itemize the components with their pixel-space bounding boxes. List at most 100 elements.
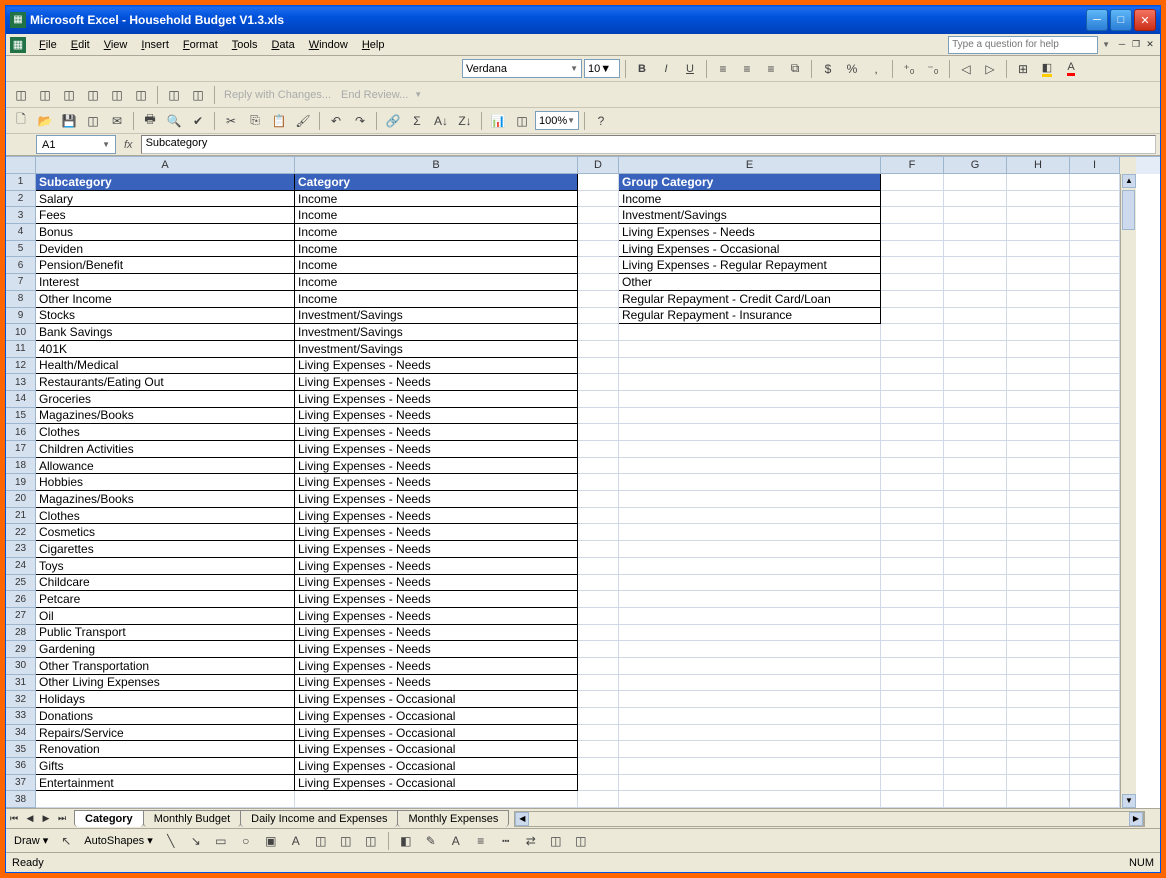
cell-B2[interactable]: Income: [295, 191, 578, 208]
cell-I1[interactable]: [1070, 174, 1120, 191]
cell-F9[interactable]: [881, 308, 944, 325]
picture-button[interactable]: ◫: [360, 830, 382, 852]
email-button[interactable]: ✉: [106, 110, 128, 132]
menu-window[interactable]: Window: [302, 37, 355, 53]
new-button[interactable]: 🗋: [10, 110, 32, 132]
cell-A19[interactable]: Hobbies: [36, 474, 295, 491]
formula-input[interactable]: Subcategory: [141, 135, 1156, 154]
cell-I20[interactable]: [1070, 491, 1120, 508]
row-header[interactable]: 25: [6, 575, 36, 592]
row-header[interactable]: 2: [6, 191, 36, 208]
prev-comment-button[interactable]: ◫: [34, 84, 56, 106]
cell-D1[interactable]: [578, 174, 619, 191]
textbox-button[interactable]: ▣: [260, 830, 282, 852]
cell-G38[interactable]: [944, 791, 1007, 808]
row-header[interactable]: 18: [6, 458, 36, 475]
title-bar[interactable]: ▦ Microsoft Excel - Household Budget V1.…: [6, 6, 1160, 34]
cell-F19[interactable]: [881, 474, 944, 491]
doc-minimize-button[interactable]: ─: [1116, 39, 1128, 51]
cell-A29[interactable]: Gardening: [36, 641, 295, 658]
cell-I2[interactable]: [1070, 191, 1120, 208]
font-color-draw-button[interactable]: A: [445, 830, 467, 852]
select-all-corner[interactable]: [6, 157, 36, 174]
cell-I5[interactable]: [1070, 241, 1120, 258]
cell-H10[interactable]: [1007, 324, 1070, 341]
sheet-tab-monthly-budget[interactable]: Monthly Budget: [143, 810, 241, 827]
cell-G7[interactable]: [944, 274, 1007, 291]
cell-G37[interactable]: [944, 775, 1007, 792]
cell-F28[interactable]: [881, 625, 944, 642]
cell-H29[interactable]: [1007, 641, 1070, 658]
cell-D21[interactable]: [578, 508, 619, 525]
cell-H16[interactable]: [1007, 424, 1070, 441]
cell-A22[interactable]: Cosmetics: [36, 524, 295, 541]
cell-D9[interactable]: [578, 308, 619, 325]
maximize-button[interactable]: □: [1110, 9, 1132, 31]
cell-F14[interactable]: [881, 391, 944, 408]
row-header[interactable]: 9: [6, 308, 36, 325]
cell-B9[interactable]: Investment/Savings: [295, 308, 578, 325]
cell-B21[interactable]: Living Expenses - Needs: [295, 508, 578, 525]
cell-G13[interactable]: [944, 374, 1007, 391]
cell-F38[interactable]: [881, 791, 944, 808]
cell-E2[interactable]: Income: [619, 191, 881, 208]
cell-G29[interactable]: [944, 641, 1007, 658]
wordart-button[interactable]: A: [285, 830, 307, 852]
close-button[interactable]: ✕: [1134, 9, 1156, 31]
cell-G30[interactable]: [944, 658, 1007, 675]
cell-I21[interactable]: [1070, 508, 1120, 525]
cell-H6[interactable]: [1007, 257, 1070, 274]
cell-I22[interactable]: [1070, 524, 1120, 541]
cell-B32[interactable]: Living Expenses - Occasional: [295, 691, 578, 708]
bold-button[interactable]: B: [631, 58, 653, 80]
line-color-button[interactable]: ✎: [420, 830, 442, 852]
cell-A11[interactable]: 401K: [36, 341, 295, 358]
row-header[interactable]: 30: [6, 658, 36, 675]
cell-A30[interactable]: Other Transportation: [36, 658, 295, 675]
cell-G31[interactable]: [944, 675, 1007, 692]
cell-E38[interactable]: [619, 791, 881, 808]
cell-D8[interactable]: [578, 291, 619, 308]
cell-F31[interactable]: [881, 675, 944, 692]
clipart-button[interactable]: ◫: [335, 830, 357, 852]
cell-E27[interactable]: [619, 608, 881, 625]
cell-D16[interactable]: [578, 424, 619, 441]
cell-H21[interactable]: [1007, 508, 1070, 525]
row-header[interactable]: 17: [6, 441, 36, 458]
cell-A27[interactable]: Oil: [36, 608, 295, 625]
select-objects-button[interactable]: ↖: [55, 830, 77, 852]
menu-format[interactable]: Format: [176, 37, 225, 53]
help-dropdown-icon[interactable]: ▼: [1102, 40, 1110, 49]
cell-B11[interactable]: Investment/Savings: [295, 341, 578, 358]
tab-first-button[interactable]: ⏮: [6, 811, 22, 827]
cell-F2[interactable]: [881, 191, 944, 208]
cell-I25[interactable]: [1070, 575, 1120, 592]
cell-I26[interactable]: [1070, 591, 1120, 608]
cell-I24[interactable]: [1070, 558, 1120, 575]
cell-D2[interactable]: [578, 191, 619, 208]
cell-F27[interactable]: [881, 608, 944, 625]
cell-D5[interactable]: [578, 241, 619, 258]
row-header[interactable]: 33: [6, 708, 36, 725]
shadow-button[interactable]: ◫: [545, 830, 567, 852]
cell-E12[interactable]: [619, 358, 881, 375]
cell-G10[interactable]: [944, 324, 1007, 341]
menu-help[interactable]: Help: [355, 37, 392, 53]
cell-G9[interactable]: [944, 308, 1007, 325]
line-style-button[interactable]: ≡: [470, 830, 492, 852]
cell-E11[interactable]: [619, 341, 881, 358]
cell-I11[interactable]: [1070, 341, 1120, 358]
cell-H23[interactable]: [1007, 541, 1070, 558]
autoshapes-menu[interactable]: AutoShapes ▾: [80, 834, 157, 847]
zoom-select[interactable]: 100%▼: [535, 111, 579, 130]
cell-E35[interactable]: [619, 741, 881, 758]
cell-D26[interactable]: [578, 591, 619, 608]
tab-last-button[interactable]: ⏭: [54, 811, 70, 827]
cell-B1[interactable]: Category: [295, 174, 578, 191]
cell-I15[interactable]: [1070, 408, 1120, 425]
cell-G34[interactable]: [944, 725, 1007, 742]
cell-E32[interactable]: [619, 691, 881, 708]
cell-B31[interactable]: Living Expenses - Needs: [295, 675, 578, 692]
cell-E18[interactable]: [619, 458, 881, 475]
cell-B15[interactable]: Living Expenses - Needs: [295, 408, 578, 425]
